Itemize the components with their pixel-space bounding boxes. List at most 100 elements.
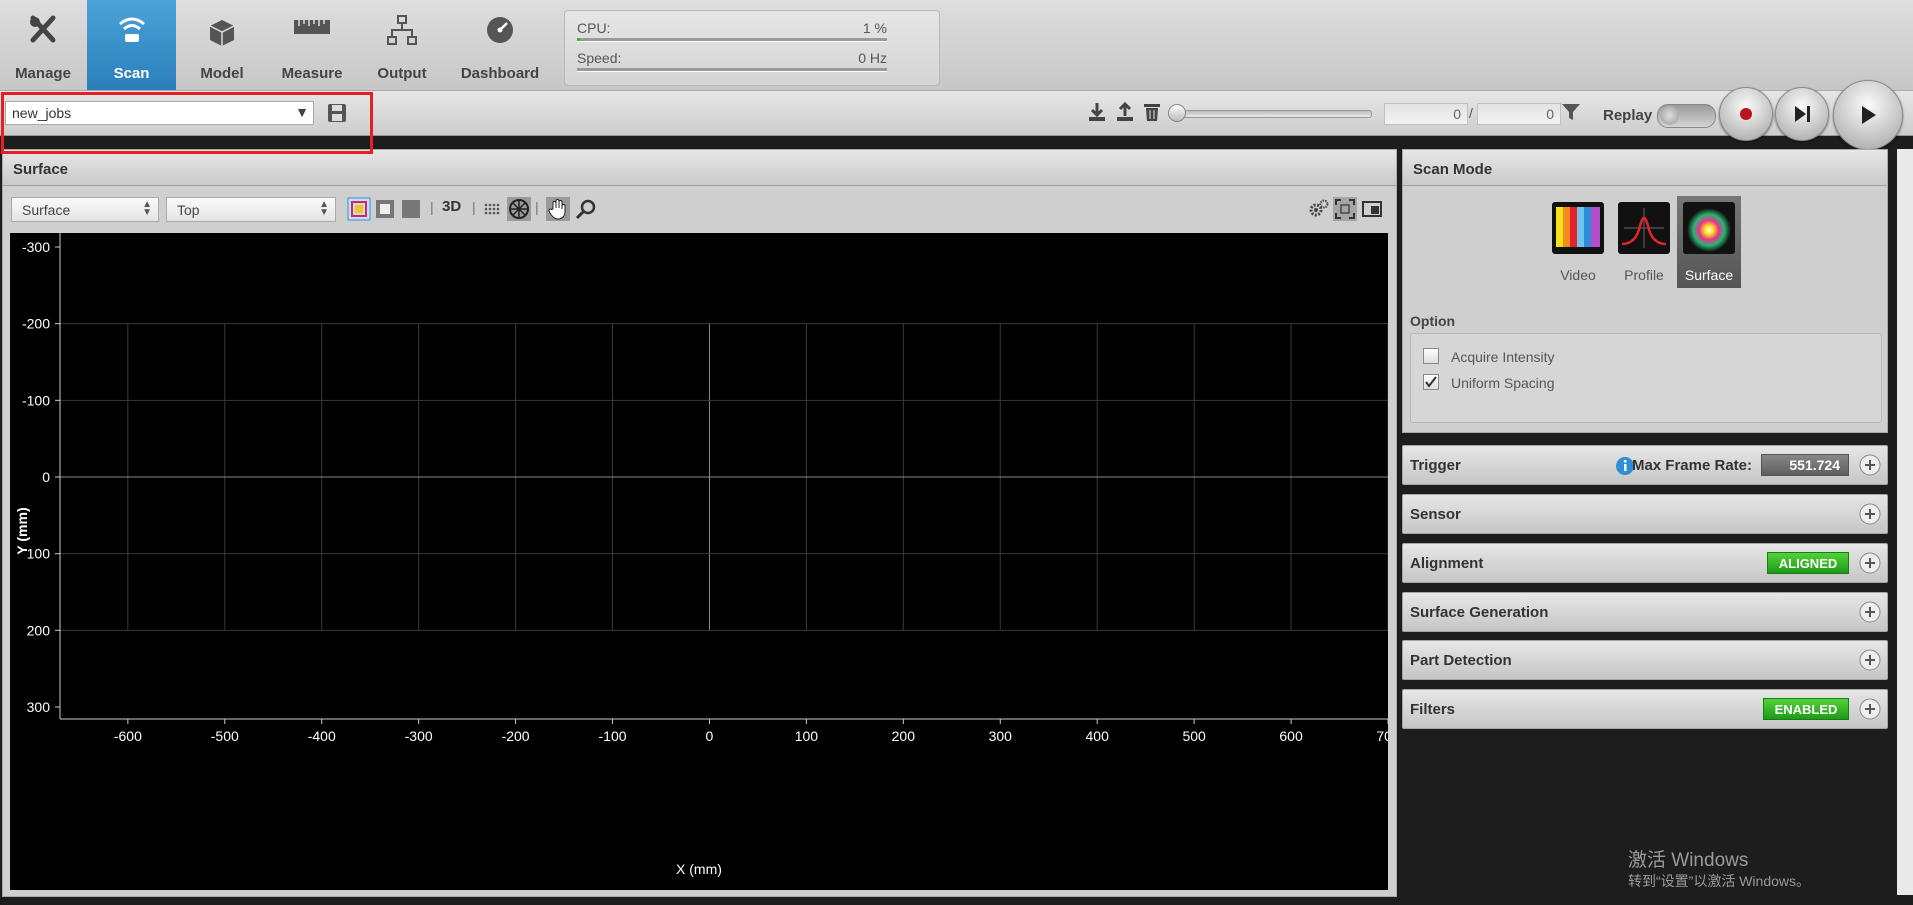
replay-toggle[interactable] [1657, 104, 1716, 128]
frame-slider[interactable] [1170, 110, 1372, 118]
speed-bar [577, 68, 887, 72]
surface-generation-section[interactable]: Surface Generation [1402, 592, 1888, 632]
grid-dots-icon[interactable] [481, 197, 505, 221]
mode-label: Profile [1624, 267, 1664, 283]
pan-hand-icon[interactable] [546, 197, 570, 221]
scan-mode-panel: Scan Mode Video Profile Surface Option A… [1402, 149, 1888, 433]
record-icon [1740, 108, 1752, 120]
section-title: Trigger [1410, 457, 1461, 474]
aligned-badge: ALIGNED [1767, 552, 1849, 574]
heightmap-color-icon[interactable] [347, 197, 371, 221]
upload-icon[interactable] [1114, 101, 1136, 123]
solid-gray-icon[interactable] [399, 197, 423, 221]
zoom-magnifier-icon[interactable] [574, 197, 598, 221]
download-icon[interactable] [1086, 101, 1108, 123]
x-tick-label: 400 [1086, 728, 1110, 744]
mode-profile-button[interactable]: Profile [1612, 196, 1676, 288]
frame-current-field[interactable]: 0 [1384, 103, 1468, 125]
tab-label: Output [377, 65, 427, 82]
x-tick-label: 500 [1182, 728, 1206, 744]
max-frame-rate-value: 551.724 [1761, 454, 1849, 476]
acquire-intensity-checkbox[interactable] [1423, 348, 1439, 364]
updown-icon: ▲ ▼ [319, 199, 329, 218]
enabled-badge: ENABLED [1763, 698, 1849, 720]
scan-mode-title: Scan Mode [1403, 150, 1887, 186]
section-title: Surface Generation [1410, 604, 1549, 621]
window-mode-icon[interactable] [1360, 197, 1384, 221]
y-tick-label: 200 [27, 622, 51, 638]
x-tick-label: -500 [211, 728, 239, 744]
plot-grid [60, 323, 1388, 631]
cpu-value: 1 % [862, 20, 887, 36]
step-forward-button[interactable] [1775, 87, 1829, 141]
play-button[interactable] [1833, 80, 1903, 150]
uniform-spacing-label: Uniform Spacing [1451, 375, 1555, 391]
expand-plus-icon[interactable] [1859, 552, 1881, 574]
y-tick-label: -300 [22, 239, 50, 255]
mode-surface-button[interactable]: Surface [1677, 196, 1741, 288]
grayscale-icon[interactable] [373, 197, 397, 221]
scan-icon [119, 17, 145, 42]
tab-model[interactable]: Model [180, 0, 264, 90]
x-tick-label: -600 [114, 728, 142, 744]
checkmark-icon [1425, 376, 1437, 388]
view-orientation-select[interactable]: Top ▲ ▼ [166, 197, 336, 222]
x-tick-label: 700 [1376, 728, 1388, 744]
trigger-section[interactable]: Trigger Max Frame Rate: 551.724 [1402, 445, 1888, 485]
toggle-knob [1660, 106, 1679, 125]
alignment-section[interactable]: Alignment ALIGNED [1402, 543, 1888, 583]
activation-watermark-title: 激活 Windows [1628, 850, 1749, 871]
profile-curve-icon [1618, 202, 1670, 254]
expand-plus-icon[interactable] [1859, 503, 1881, 525]
filters-section[interactable]: Filters ENABLED [1402, 689, 1888, 729]
cpu-bar-fill [577, 38, 581, 41]
x-tick-label: 200 [892, 728, 916, 744]
expand-plus-icon[interactable] [1859, 454, 1881, 476]
expand-plus-icon[interactable] [1859, 698, 1881, 720]
expand-plus-icon[interactable] [1859, 649, 1881, 671]
tab-label: Manage [15, 65, 71, 82]
video-bars-icon [1552, 202, 1604, 254]
x-tick-label: -400 [308, 728, 336, 744]
x-tick-label: -100 [599, 728, 627, 744]
tab-output[interactable]: Output [360, 0, 444, 90]
expand-plus-icon[interactable] [1859, 601, 1881, 623]
mode-video-button[interactable]: Video [1546, 196, 1610, 288]
view-3d-button[interactable]: 3D [442, 198, 461, 215]
model-icon [209, 20, 235, 46]
toolbar-separator: | [430, 199, 434, 215]
plot-axes: -600 -500 -400 -300 -200 -100 0 100 200 300 400 500… [22, 233, 1388, 744]
uniform-spacing-checkbox[interactable] [1423, 374, 1439, 390]
frame-slider-handle[interactable] [1168, 104, 1186, 122]
tab-dashboard[interactable]: Dashboard [448, 0, 552, 90]
view-type-select[interactable]: Surface ▲ ▼ [11, 197, 159, 222]
activation-watermark-text: 转到“设置”以激活 Windows。 [1628, 873, 1811, 889]
toolbar-separator: | [472, 199, 476, 215]
tab-measure[interactable]: Measure [270, 0, 354, 90]
surface-heatmap-icon [1683, 202, 1735, 254]
toolbar-separator: | [535, 199, 539, 215]
tab-manage[interactable]: Manage [0, 0, 86, 90]
step-forward-icon [1795, 106, 1810, 122]
part-detection-section[interactable]: Part Detection [1402, 640, 1888, 680]
settings-gears-icon[interactable] [1307, 197, 1331, 221]
section-title: Filters [1410, 701, 1456, 718]
view-type-value: Surface [22, 202, 71, 218]
section-title: Sensor [1410, 506, 1461, 523]
cpu-row: CPU: 1 % [577, 20, 887, 36]
cpu-label: CPU: [577, 20, 611, 36]
trash-icon[interactable] [1141, 101, 1163, 123]
fit-view-icon[interactable] [1333, 197, 1357, 221]
surface-plot[interactable]: -600 -500 -400 -300 -200 -100 0 100 200 300 400 500… [10, 233, 1388, 890]
tab-label: Dashboard [460, 65, 540, 82]
tab-scan[interactable]: Scan [87, 0, 176, 90]
cpu-bar [577, 38, 887, 42]
y-tick-label: -100 [22, 392, 50, 408]
updown-icon: ▲ ▼ [142, 199, 152, 218]
tab-label: Scan [113, 65, 150, 82]
wheel-icon[interactable] [507, 197, 531, 221]
vertical-scrollbar[interactable] [1897, 149, 1913, 895]
record-button[interactable] [1719, 87, 1773, 141]
sensor-section[interactable]: Sensor [1402, 494, 1888, 534]
filter-funnel-icon[interactable] [1560, 101, 1582, 123]
